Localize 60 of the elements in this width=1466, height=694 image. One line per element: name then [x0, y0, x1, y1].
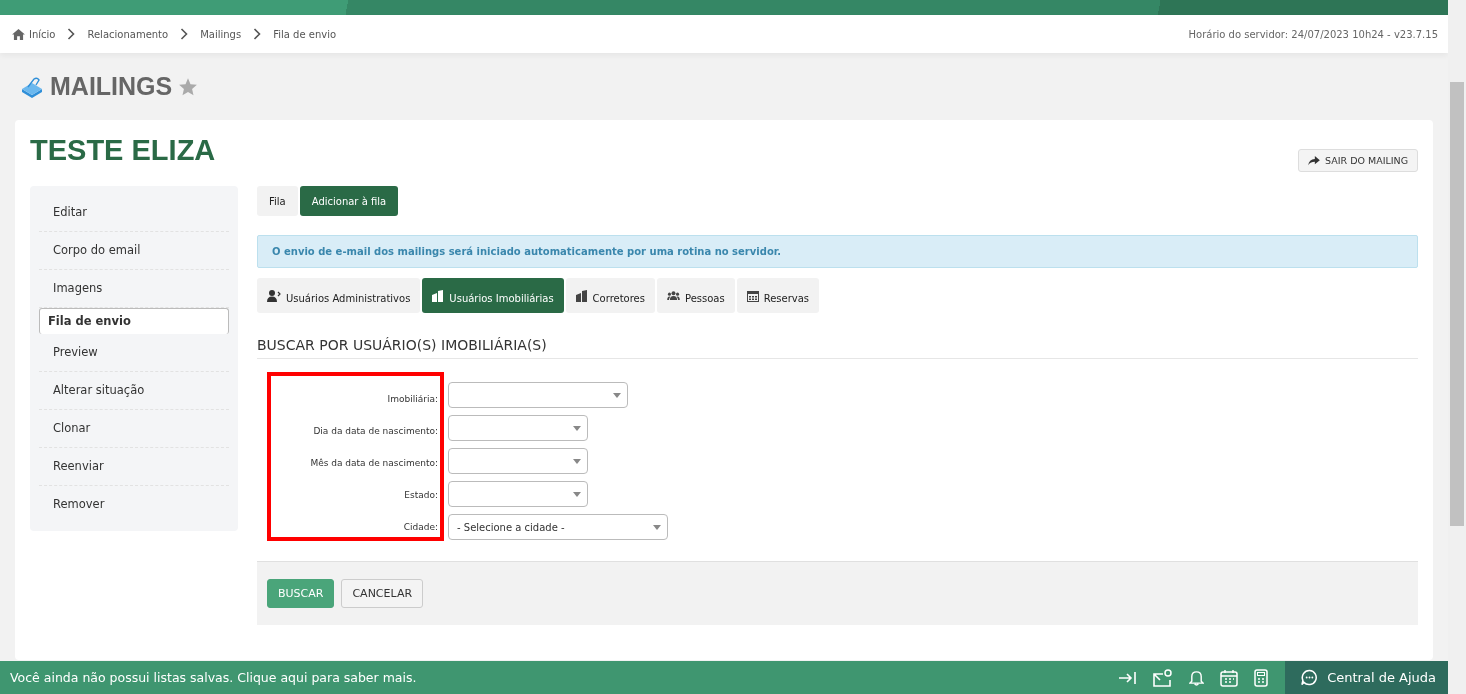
mail-star-icon[interactable] [1153, 668, 1174, 687]
chevron-icon [180, 28, 189, 40]
server-time: Horário do servidor: 24/07/2023 10h24 - v23.7.15 [1188, 28, 1438, 40]
user-type-tab[interactable]: Usuários Imobiliárias [422, 278, 564, 313]
chat-bubble-icon [1301, 669, 1319, 686]
page-title: MAILINGS [50, 72, 173, 101]
user-type-tab[interactable]: Pessoas [657, 278, 735, 313]
queue-tab[interactable]: Fila [257, 186, 298, 216]
caret-icon [653, 525, 661, 530]
building-icon [575, 289, 588, 302]
sidebar-item[interactable]: Clonar [39, 410, 229, 448]
breadcrumb-link[interactable]: Mailings [200, 28, 242, 40]
user-icon [267, 289, 281, 302]
exit-button[interactable]: SAIR DO MAILING [1298, 149, 1418, 172]
field-label: Mês da data de nascimento: [310, 456, 438, 470]
caret-icon [573, 426, 581, 431]
select-field[interactable]: - Selecione a cidade - [448, 514, 668, 540]
chevron-icon [67, 28, 76, 40]
sidebar-item[interactable]: Fila de envio [39, 308, 229, 334]
info-message: O envio de e-mail dos mailings será iniciado automaticamente por uma rotina no servidor. [257, 235, 1418, 268]
breadcrumb-link[interactable]: Fila de envio [273, 28, 337, 40]
people-icon [667, 291, 680, 300]
caret-icon [573, 459, 581, 464]
sidebar-item[interactable]: Editar [39, 194, 229, 232]
user-type-tab[interactable]: Corretores [565, 278, 655, 313]
select-field[interactable] [448, 481, 588, 507]
bell-icon[interactable] [1189, 669, 1205, 686]
user-type-tab[interactable]: Reservas [736, 278, 820, 313]
record-title: TESTE ELIZA [30, 134, 216, 167]
breadcrumb-link[interactable]: Relacionamento [87, 28, 169, 40]
footer-link[interactable]: Você ainda não possui listas salvas. Clique aqui para saber mais. [0, 670, 1120, 685]
calendar-icon [746, 289, 759, 302]
arrow-to-line-icon[interactable] [1119, 670, 1138, 685]
star-icon[interactable] [178, 76, 199, 97]
help-center-button[interactable]: Central de Ajuda [1285, 661, 1448, 694]
sidebar-item[interactable]: Corpo do email [39, 232, 229, 270]
user-type-tab[interactable]: Usuários Administrativos [257, 278, 421, 313]
field-label: Dia da data de nascimento: [313, 424, 438, 438]
chevron-icon [253, 28, 262, 40]
caret-icon [613, 393, 621, 398]
select-field[interactable] [448, 382, 628, 408]
queue-tab[interactable]: Adicionar à fila [299, 186, 399, 216]
field-label: Imobiliária: [387, 392, 438, 406]
sidebar-item[interactable]: Remover [39, 486, 229, 523]
section-title: BUSCAR POR USUÁRIO(S) IMOBILIÁRIA(S) [257, 337, 1418, 359]
breadcrumb-link[interactable]: Início [12, 28, 56, 40]
home-icon [12, 28, 25, 40]
sidebar-item[interactable]: Reenviar [39, 448, 229, 486]
select-field[interactable] [448, 448, 588, 474]
sidebar-item[interactable]: Alterar situação [39, 372, 229, 410]
field-label: Estado: [404, 488, 438, 502]
share-arrow-icon [1308, 155, 1320, 166]
sidebar-item[interactable]: Preview [39, 334, 229, 372]
building-icon [432, 289, 445, 302]
caret-icon [573, 492, 581, 497]
field-label: Cidade: [403, 520, 438, 534]
select-field[interactable] [448, 415, 588, 441]
action-button[interactable]: CANCELAR [341, 579, 424, 608]
calculator-icon[interactable] [1254, 668, 1269, 687]
calendar-icon[interactable] [1220, 668, 1239, 687]
